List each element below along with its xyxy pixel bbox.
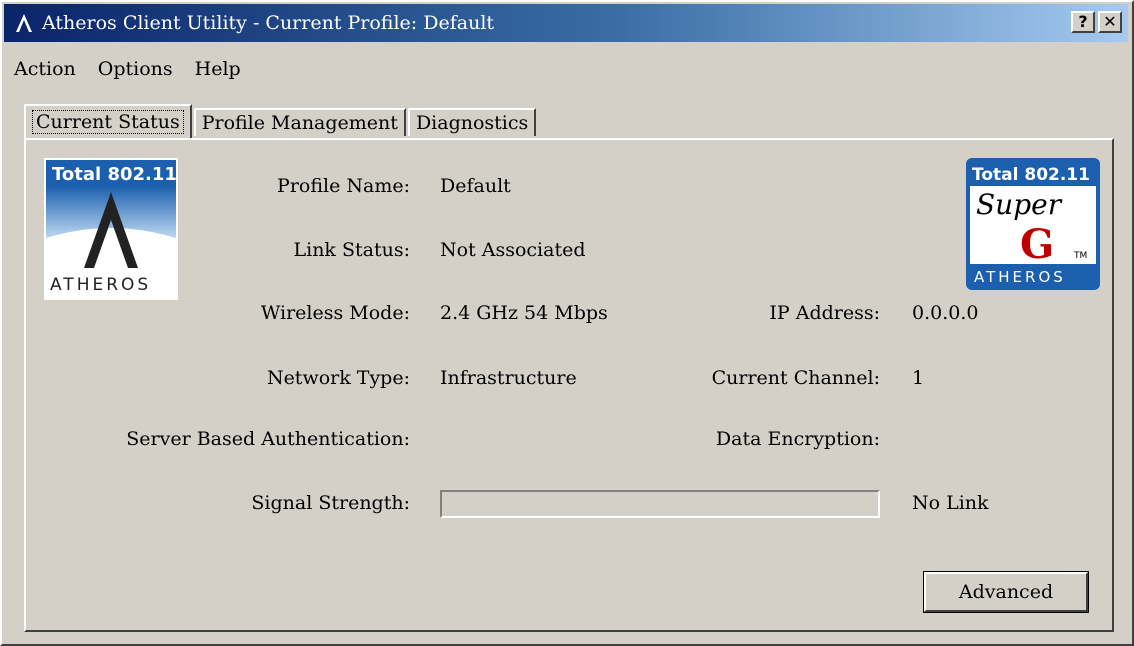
window-title: Atheros Client Utility - Current Profile… xyxy=(42,12,495,34)
atheros-total-80211-logo: Total 802.11 ATHEROS xyxy=(44,158,178,300)
right-logo-g-text: G xyxy=(1020,221,1054,268)
left-logo-total-text: Total 802.11 xyxy=(52,164,177,185)
server-auth-label: Server Based Authentication: xyxy=(126,428,410,450)
tab-diagnostics-label: Diagnostics xyxy=(415,112,529,134)
help-button[interactable]: ? xyxy=(1071,11,1095,33)
data-encryption-label: Data Encryption: xyxy=(715,428,880,450)
tab-profile-management[interactable]: Profile Management xyxy=(193,108,406,136)
tab-strip: Current Status Profile Management Diagno… xyxy=(24,104,538,138)
tab-current-status-label: Current Status xyxy=(32,110,184,134)
wireless-mode-label: Wireless Mode: xyxy=(260,302,410,324)
profile-name-label: Profile Name: xyxy=(277,175,410,197)
right-logo-total-text: Total 802.11 xyxy=(972,165,1090,185)
link-status-label: Link Status: xyxy=(293,239,411,261)
tab-profile-management-label: Profile Management xyxy=(201,112,398,134)
tab-diagnostics[interactable]: Diagnostics xyxy=(407,108,537,136)
atheros-super-g-logo: Total 802.11 Super G TM ATHEROS xyxy=(966,158,1100,290)
close-button[interactable]: ✕ xyxy=(1098,11,1122,33)
tab-current-status[interactable]: Current Status xyxy=(24,104,192,138)
signal-strength-label: Signal Strength: xyxy=(251,492,410,514)
menu-options[interactable]: Options xyxy=(98,58,173,80)
current-channel-value: 1 xyxy=(912,367,925,389)
wireless-mode-value: 2.4 GHz 54 Mbps xyxy=(440,302,608,324)
network-type-value: Infrastructure xyxy=(440,367,577,389)
title-buttons: ? ✕ xyxy=(1071,11,1122,33)
left-logo-brand-text: ATHEROS xyxy=(50,275,151,295)
signal-status-text: No Link xyxy=(912,492,989,514)
link-status-value: Not Associated xyxy=(440,239,586,261)
profile-name-value: Default xyxy=(440,175,511,197)
right-logo-super-text: Super xyxy=(976,188,1063,221)
atheros-app-icon xyxy=(12,11,36,35)
title-bar[interactable]: Atheros Client Utility - Current Profile… xyxy=(4,4,1128,42)
current-channel-label: Current Channel: xyxy=(711,367,880,389)
menu-action[interactable]: Action xyxy=(14,58,76,80)
right-logo-tm-text: TM xyxy=(1073,251,1087,261)
network-type-label: Network Type: xyxy=(266,367,410,389)
menu-help[interactable]: Help xyxy=(195,58,241,80)
ip-address-label: IP Address: xyxy=(769,302,880,324)
ip-address-value: 0.0.0.0 xyxy=(912,302,979,324)
signal-strength-bar xyxy=(440,490,880,518)
menu-bar: Action Options Help xyxy=(14,58,241,80)
right-logo-brand-text: ATHEROS xyxy=(974,268,1066,286)
advanced-button[interactable]: Advanced xyxy=(923,571,1089,613)
